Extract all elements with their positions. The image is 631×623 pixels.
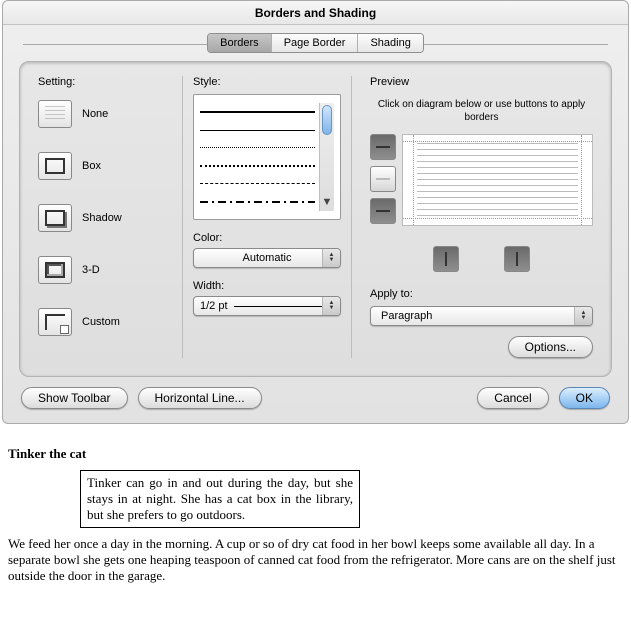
cancel-button[interactable]: Cancel [477, 387, 548, 409]
width-label: Width: [193, 280, 341, 292]
border-bottom-button[interactable] [370, 198, 396, 224]
color-value: Automatic [200, 252, 334, 264]
preview-column: Preview Click on diagram below or use bu… [366, 76, 593, 358]
setting-none-label: None [82, 108, 108, 120]
scrollbar-thumb[interactable] [322, 105, 332, 135]
setting-custom-label: Custom [82, 316, 120, 328]
preview-side-buttons [370, 134, 396, 230]
setting-none-icon [38, 100, 72, 128]
style-dotted[interactable] [200, 165, 315, 167]
style-dotted-fine[interactable] [200, 147, 315, 148]
width-combo[interactable]: 1/2 pt ▲▼ [193, 296, 341, 316]
setting-box-label: Box [82, 160, 101, 172]
setting-none[interactable]: None [38, 100, 168, 128]
horizontal-line-button[interactable]: Horizontal Line... [138, 387, 262, 409]
color-combo[interactable]: Automatic ▲▼ [193, 248, 341, 268]
combo-stepper-icon: ▲▼ [322, 249, 340, 267]
dialog-body: Setting: None Box Shadow 3-D Custom [19, 61, 612, 377]
combo-stepper-icon: ▲▼ [574, 307, 592, 325]
width-value: 1/2 pt [200, 300, 228, 312]
apply-to-value: Paragraph [377, 310, 586, 322]
border-right-button[interactable] [504, 246, 530, 272]
boxed-paragraph: Tinker can go in and out during the day,… [80, 470, 360, 528]
color-label: Color: [193, 232, 341, 244]
style-dashed[interactable] [200, 183, 315, 184]
options-button[interactable]: Options... [508, 336, 593, 358]
combo-stepper-icon: ▲▼ [322, 297, 340, 315]
dialog-bottom-bar: Show Toolbar Horizontal Line... Cancel O… [3, 387, 628, 423]
apply-to-label: Apply to: [370, 288, 593, 300]
border-top-button[interactable] [370, 134, 396, 160]
document-title: Tinker the cat [8, 446, 623, 462]
setting-shadow[interactable]: Shadow [38, 204, 168, 232]
tab-shading[interactable]: Shading [358, 34, 422, 52]
setting-label: Setting: [38, 76, 168, 88]
width-sample-line [234, 306, 328, 307]
ok-button[interactable]: OK [559, 387, 610, 409]
setting-shadow-label: Shadow [82, 212, 122, 224]
setting-3d-label: 3-D [82, 264, 100, 276]
scrollbar-down-arrow-icon[interactable]: ▼ [320, 195, 334, 209]
style-scrollbar[interactable]: ▼ [319, 103, 334, 211]
tab-page-border[interactable]: Page Border [272, 34, 359, 52]
apply-to-combo[interactable]: Paragraph ▲▼ [370, 306, 593, 326]
tab-strip: Borders Page Border Shading [3, 25, 628, 53]
preview-diagram[interactable] [402, 134, 593, 226]
show-toolbar-button[interactable]: Show Toolbar [21, 387, 128, 409]
style-column: Style: ▼ Color: Automatic ▲▼ [182, 76, 352, 358]
style-label: Style: [193, 76, 341, 88]
setting-shadow-icon [38, 204, 72, 232]
tab-borders[interactable]: Borders [208, 34, 272, 52]
setting-column: Setting: None Box Shadow 3-D Custom [38, 76, 168, 358]
setting-box[interactable]: Box [38, 152, 168, 180]
setting-3d-icon [38, 256, 72, 284]
borders-and-shading-dialog: Borders and Shading Borders Page Border … [2, 0, 629, 424]
border-left-button[interactable] [433, 246, 459, 272]
style-list[interactable]: ▼ [193, 94, 341, 220]
body-paragraph: We feed her once a day in the morning. A… [8, 536, 623, 584]
setting-3d[interactable]: 3-D [38, 256, 168, 284]
setting-box-icon [38, 152, 72, 180]
setting-custom[interactable]: Custom [38, 308, 168, 336]
style-dash-dot[interactable] [200, 201, 315, 203]
document-sample: Tinker the cat Tinker can go in and out … [8, 446, 623, 584]
dialog-title: Borders and Shading [3, 1, 628, 25]
setting-custom-icon [38, 308, 72, 336]
style-solid-thick[interactable] [200, 111, 315, 113]
preview-label: Preview [370, 76, 593, 88]
style-solid-thin[interactable] [200, 130, 315, 131]
preview-hint: Click on diagram below or use buttons to… [370, 98, 593, 124]
border-inside-h-button[interactable] [370, 166, 396, 192]
